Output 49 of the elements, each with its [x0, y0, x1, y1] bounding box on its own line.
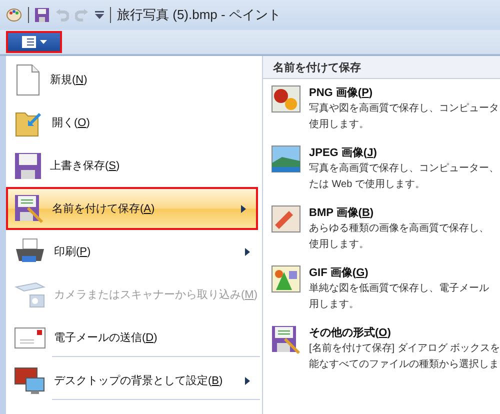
document-icon	[22, 36, 36, 48]
menu-item-label: 開く(O)	[52, 116, 91, 130]
menu-item[interactable]: 印刷(P)	[6, 230, 262, 273]
menu-item[interactable]: 開く(O)	[6, 101, 262, 144]
menu-item-label: 印刷(P)	[54, 245, 92, 259]
envelope-icon	[14, 326, 46, 350]
paint-palette-icon[interactable]	[6, 7, 22, 23]
format-option-description: 単純な図を低画質で保存し、電子メール	[309, 282, 489, 296]
submenu-arrow-icon	[245, 248, 250, 256]
format-option-description: あらゆる種類の画像を高画質で保存し、	[309, 222, 489, 236]
menu-item[interactable]: 上書き保存(S)	[6, 144, 262, 187]
format-option-description: [名前を付けて保存] ダイアログ ボックスを	[309, 342, 500, 356]
landscape-picture-icon	[271, 145, 301, 173]
format-option-title[interactable]: BMP 画像(B)	[309, 205, 489, 220]
format-option-title[interactable]: その他の形式(O)	[309, 325, 500, 340]
menu-item-label: 名前を付けて保存(A)	[52, 202, 156, 216]
format-option-description: たは Web で使用します。	[309, 178, 426, 192]
format-option-title[interactable]: PNG 画像(P)	[309, 85, 499, 100]
menu-item-label: カメラまたはスキャナーから取り込み(M)	[54, 288, 258, 302]
format-option-title[interactable]: GIF 画像(G)	[309, 265, 489, 280]
format-option-description: 能なすべてのファイルの種類から選択しま	[309, 358, 500, 372]
menu-item-label: 上書き保存(S)	[50, 159, 121, 173]
submenu-heading: 名前を付けて保存	[263, 56, 500, 79]
menu-item-label: 新規(N)	[50, 72, 88, 87]
menu-item[interactable]: 新規(N)	[6, 58, 262, 101]
application-menu-button[interactable]	[6, 31, 62, 53]
format-option-description: 写真や図を高画質で保存し、コンピュータ	[309, 102, 499, 116]
submenu-arrow-icon	[245, 376, 250, 384]
window-title: 旅行写真 (5).bmp - ペイント	[117, 6, 281, 24]
format-option-description: 使用します。	[309, 118, 370, 132]
submenu-arrow-icon	[241, 204, 246, 212]
scanner-camera-icon	[14, 280, 46, 308]
format-option-title[interactable]: JPEG 画像(J)	[309, 145, 499, 160]
format-option-description: 使用します。	[309, 238, 370, 252]
format-option-description: 写真を高画質で保存し、コンピューター、	[309, 162, 499, 176]
menu-item-label: デスクトップの背景として設定(B)	[54, 374, 224, 388]
save-icon[interactable]	[35, 8, 49, 22]
dropdown-icon[interactable]	[95, 11, 104, 19]
caret-icon	[40, 40, 46, 44]
flowers-picture-icon	[271, 85, 301, 113]
menu-item[interactable]: 名前を付けて保存(A)	[6, 187, 258, 230]
floppy-disk-pencil-icon	[271, 325, 301, 355]
menu-item-label: 電子メールの送信(D)	[54, 331, 158, 345]
format-option-description: 用します。	[309, 298, 360, 312]
painting-picture-icon	[271, 205, 301, 233]
floppy-disk-pencil-icon	[14, 194, 44, 224]
monitor-icon	[14, 366, 46, 396]
blank-page-icon	[14, 64, 42, 96]
shapes-picture-icon	[271, 265, 301, 293]
